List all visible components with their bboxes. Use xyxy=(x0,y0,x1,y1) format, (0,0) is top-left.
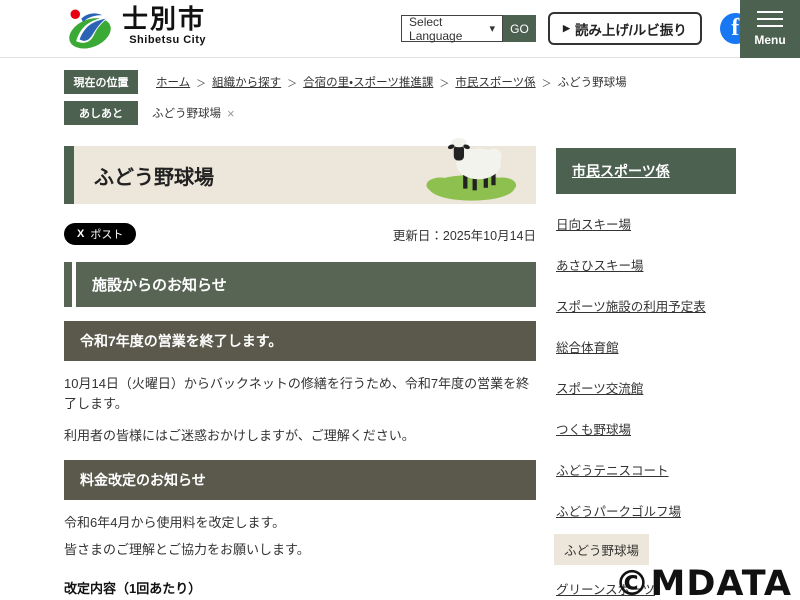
fee-notice-text-2: 皆さまのご理解とご協力をお願いします。 xyxy=(64,540,536,560)
language-select[interactable]: Select Language ▾ xyxy=(401,15,503,42)
fee-table-caption: 改定内容（1回あたり） xyxy=(64,578,536,597)
breadcrumb-separator: ＞ xyxy=(542,75,552,90)
close-icon[interactable]: × xyxy=(227,106,235,121)
x-post-button[interactable]: X ポスト xyxy=(64,223,136,245)
fee-notice-heading: 料金改定のお知らせ xyxy=(64,460,536,500)
breadcrumb-organization[interactable]: 組織から探す xyxy=(212,74,281,90)
read-aloud-label: 読み上げ/ルビ振り xyxy=(575,19,687,39)
language-select-value: Select Language xyxy=(409,15,489,43)
closure-notice-text-2: 利用者の皆様にはご迷惑おかけしますが、ご理解ください。 xyxy=(64,426,536,446)
sidebar-item-asahi-ski[interactable]: あさひスキー場 xyxy=(556,247,644,282)
section-accent-stripe xyxy=(64,262,72,307)
mdata-watermark: ©MDATA xyxy=(615,564,793,600)
breadcrumb-current-page: ふどう野球場 xyxy=(558,74,627,90)
x-logo-icon: X xyxy=(77,228,84,240)
page-title: ふどう野球場 xyxy=(94,161,214,190)
site-logo[interactable]: 士別市 Shibetsu City xyxy=(64,6,206,52)
trail-badge: あしあと xyxy=(64,101,138,125)
post-label: ポスト xyxy=(90,226,123,242)
city-logo-icon xyxy=(64,6,116,52)
sidebar-item-fudo-park-golf[interactable]: ふどうパークゴルフ場 xyxy=(556,493,681,528)
site-header: 士別市 Shibetsu City Select Language ▾ GO ▶… xyxy=(0,0,800,58)
site-name-en: Shibetsu City xyxy=(129,35,206,46)
sidebar-item-general-gym[interactable]: 総合体育館 xyxy=(556,329,619,364)
language-go-button[interactable]: GO xyxy=(503,15,536,42)
fee-notice-text-1: 令和6年4月から使用料を改定します。 xyxy=(64,513,536,533)
facility-notice-section: 施設からのお知らせ xyxy=(64,262,536,307)
play-triangle-icon: ▶ xyxy=(563,23,570,34)
trail-item[interactable]: ふどう野球場 xyxy=(152,105,221,121)
menu-button[interactable]: Menu xyxy=(740,0,800,58)
sidebar-item-hinata-ski[interactable]: 日向スキー場 xyxy=(556,206,631,241)
updated-date: 更新日：2025年10月14日 xyxy=(393,225,536,244)
menu-label: Menu xyxy=(754,33,785,47)
breadcrumb-citizen-sports[interactable]: 市民スポーツ係 xyxy=(455,74,535,90)
breadcrumb-home[interactable]: ホーム xyxy=(156,74,190,90)
sidebar-item-fudo-tennis[interactable]: ふどうテニスコート xyxy=(556,452,669,487)
chevron-down-icon: ▾ xyxy=(489,22,495,35)
breadcrumb-separator: ＞ xyxy=(439,75,449,90)
breadcrumb-separator: ＞ xyxy=(196,75,206,90)
sidebar-item-fudo-baseball-current: ふどう野球場 xyxy=(554,534,649,565)
sheep-illustration xyxy=(418,134,522,204)
sidebar-title[interactable]: 市民スポーツ係 xyxy=(556,148,736,194)
sidebar-item-sports-exchange-hall[interactable]: スポーツ交流館 xyxy=(556,370,643,405)
sidebar-nav: 日向スキー場 あさひスキー場 スポーツ施設の利用予定表 総合体育館 スポーツ交流… xyxy=(556,200,736,600)
breadcrumb-sports-division[interactable]: 合宿の里・スポーツ推進課 xyxy=(303,74,433,90)
facility-notice-heading: 施設からのお知らせ xyxy=(76,262,536,307)
hamburger-icon xyxy=(757,11,783,27)
page-title-banner: ふどう野球場 xyxy=(64,146,536,204)
site-name: 士別市 xyxy=(122,6,206,32)
breadcrumb: 現在の位置 ホーム ＞ 組織から探す ＞ 合宿の里・スポーツ推進課 ＞ 市民スポ… xyxy=(0,58,800,125)
language-switcher: Select Language ▾ GO xyxy=(401,15,536,42)
closure-notice-text-1: 10月14日（火曜日）からバックネットの修繕を行うため、令和7年度の営業を終了し… xyxy=(64,374,536,413)
main-content: ふどう野球場 X ポスト xyxy=(64,146,536,600)
closure-notice-heading: 令和7年度の営業を終了します。 xyxy=(64,321,536,361)
current-location-badge: 現在の位置 xyxy=(64,70,138,94)
breadcrumb-separator: ＞ xyxy=(287,75,297,90)
sidebar: 市民スポーツ係 日向スキー場 あさひスキー場 スポーツ施設の利用予定表 総合体育… xyxy=(556,146,736,600)
sidebar-item-facility-schedule[interactable]: スポーツ施設の利用予定表 xyxy=(556,288,706,323)
sidebar-item-tsukumo-baseball[interactable]: つくも野球場 xyxy=(556,411,631,446)
read-aloud-button[interactable]: ▶ 読み上げ/ルビ振り xyxy=(548,12,702,45)
